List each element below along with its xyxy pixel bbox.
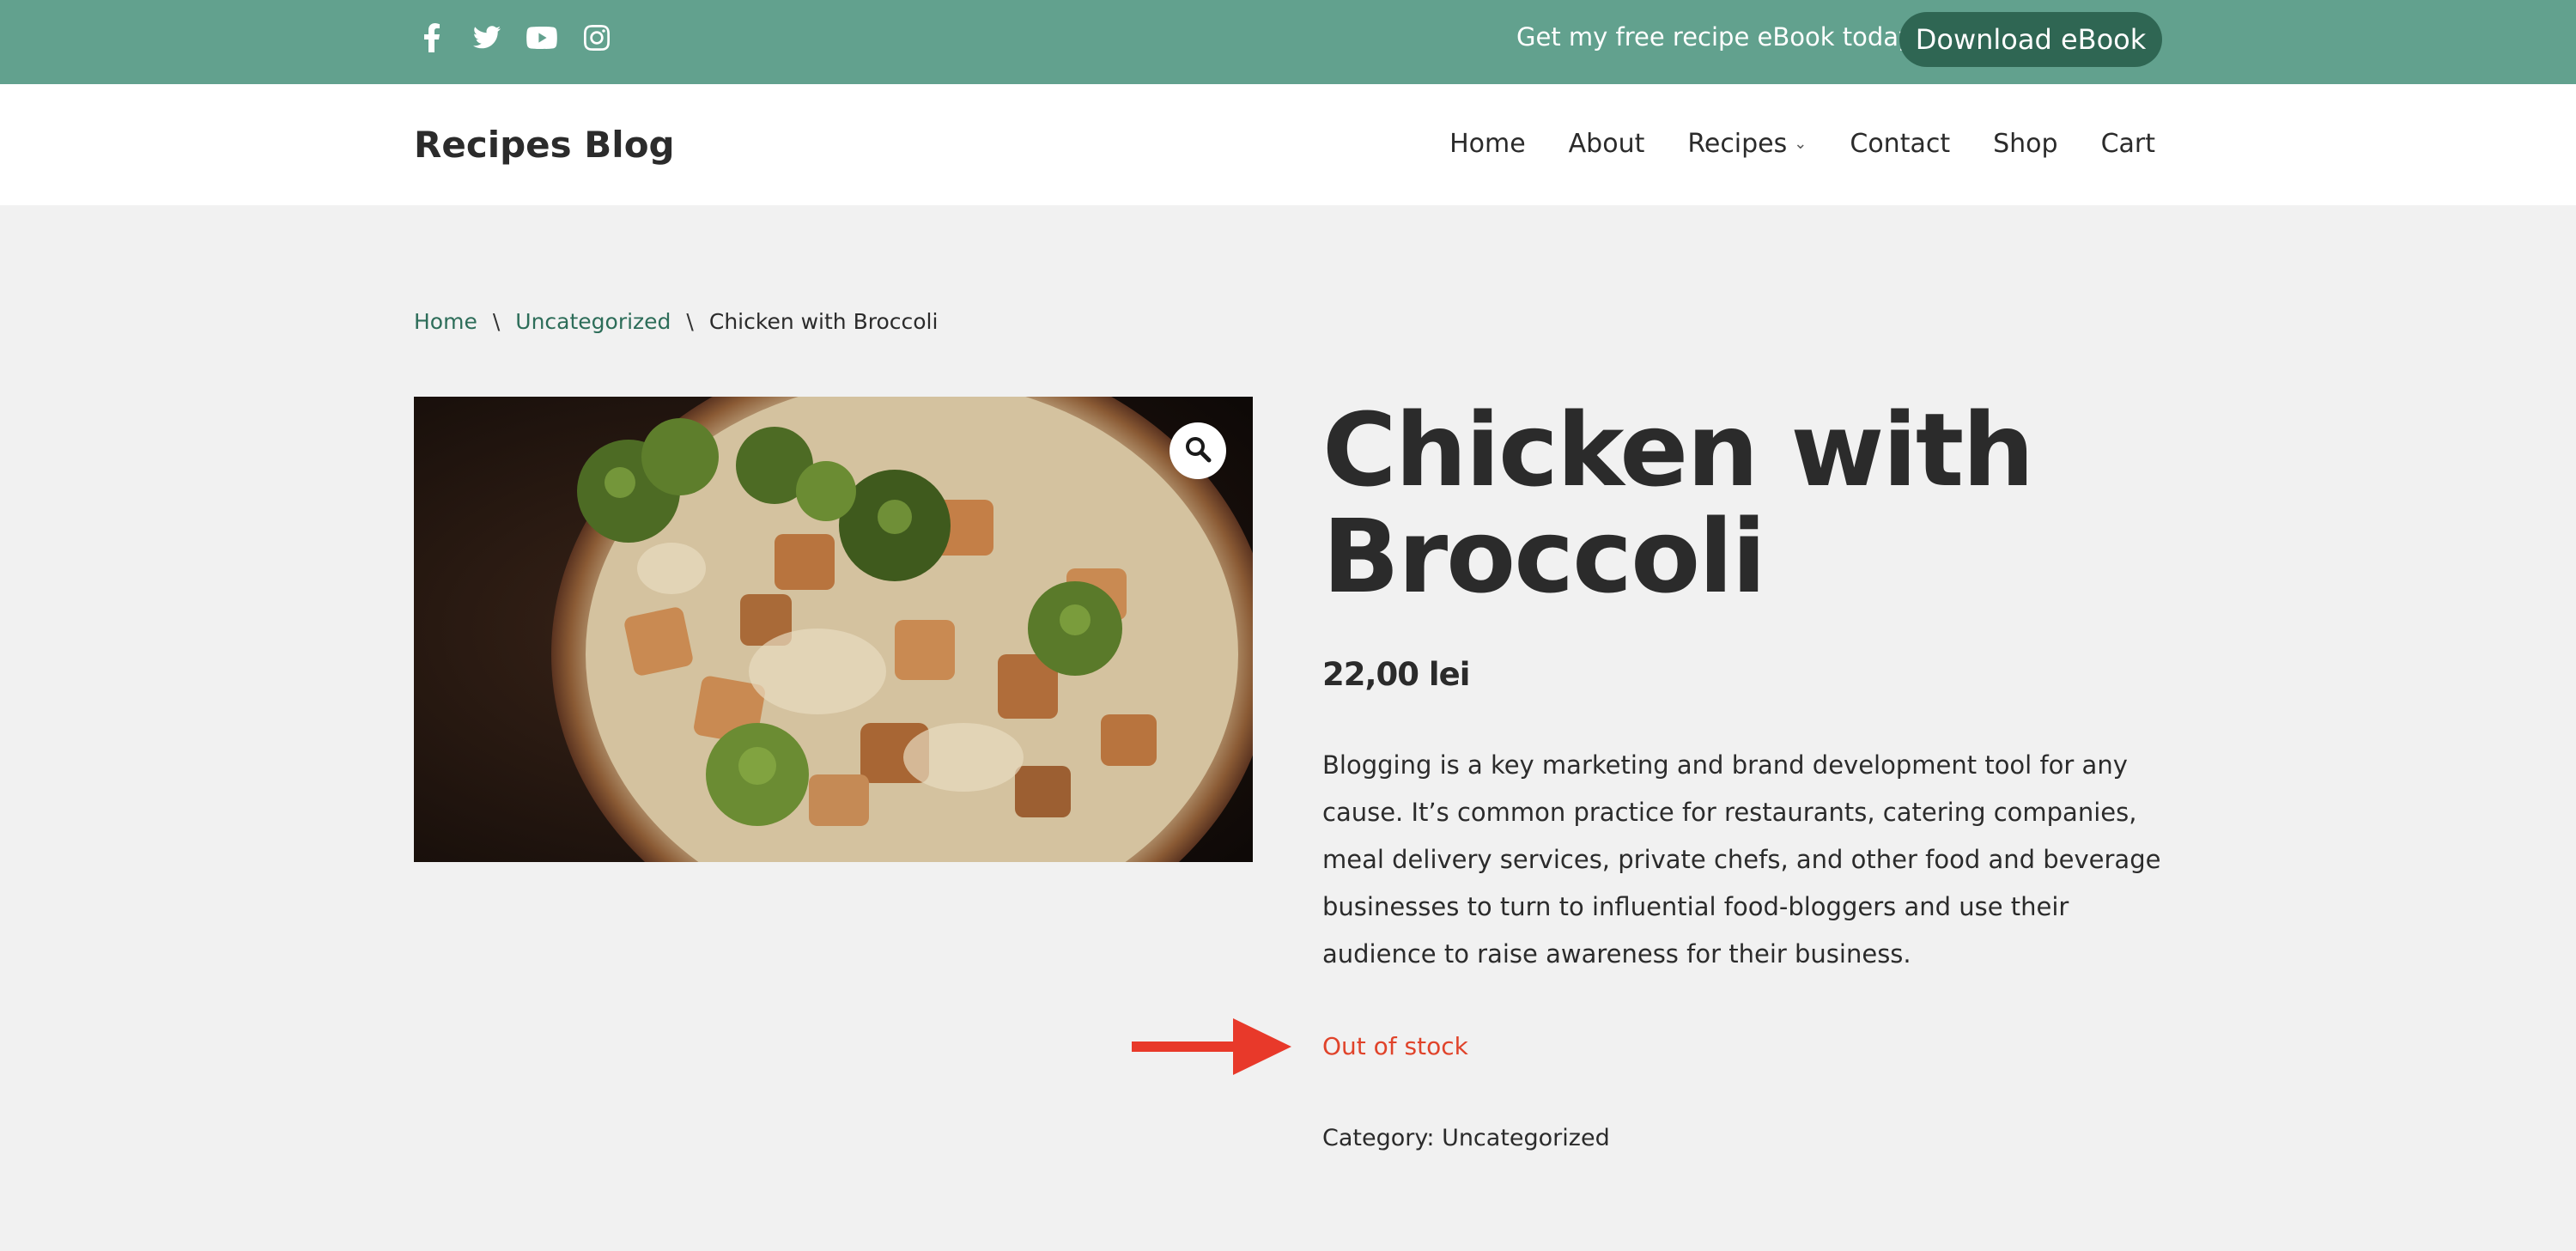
breadcrumb-separator: \	[686, 309, 694, 334]
site-header: Recipes Blog Home About Recipes ⌄ Contac…	[0, 84, 2576, 205]
zoom-button[interactable]	[1170, 422, 1226, 479]
nav-contact[interactable]: Contact	[1850, 129, 1950, 159]
product-category: Category: Uncategorized	[1322, 1125, 1610, 1151]
product-description: Blogging is a key marketing and brand de…	[1322, 750, 2161, 969]
annotation-arrow	[1132, 1018, 1291, 1075]
promo-text: Get my free recipe eBook today!	[1516, 22, 1923, 52]
site-logo[interactable]: Recipes Blog	[414, 124, 675, 166]
chevron-down-icon: ⌄	[1794, 135, 1807, 153]
nav-shop[interactable]: Shop	[1993, 129, 2057, 159]
twitter-icon[interactable]	[471, 21, 503, 55]
nav-home[interactable]: Home	[1449, 129, 1526, 159]
nav-recipes-label: Recipes	[1687, 129, 1788, 159]
stock-status: Out of stock	[1322, 1032, 1468, 1060]
product-price: 22,00 lei	[1322, 656, 1470, 693]
social-links	[416, 21, 613, 55]
breadcrumb: Home \ Uncategorized \ Chicken with Broc…	[414, 309, 938, 334]
main-nav: Home About Recipes ⌄ Contact Shop Cart	[1449, 129, 2155, 159]
food-photo	[414, 397, 1253, 862]
product-image[interactable]	[414, 397, 1253, 862]
download-ebook-button[interactable]: Download eBook	[1899, 12, 2162, 67]
breadcrumb-current: Chicken with Broccoli	[708, 309, 939, 334]
nav-cart[interactable]: Cart	[2101, 129, 2155, 159]
breadcrumb-separator: \	[492, 309, 501, 334]
search-icon	[1184, 435, 1212, 466]
breadcrumb-home[interactable]: Home	[414, 309, 477, 334]
instagram-icon[interactable]	[580, 21, 613, 55]
top-bar: Get my free recipe eBook today! Download…	[0, 0, 2576, 84]
facebook-icon[interactable]	[416, 21, 448, 55]
category-link[interactable]: Uncategorized	[1442, 1125, 1610, 1151]
category-label: Category:	[1322, 1125, 1435, 1151]
youtube-icon[interactable]	[526, 21, 558, 55]
product-title: Chicken with Broccoli	[1322, 391, 2034, 616]
nav-recipes[interactable]: Recipes ⌄	[1687, 129, 1807, 159]
nav-about[interactable]: About	[1569, 129, 1645, 159]
breadcrumb-category[interactable]: Uncategorized	[515, 309, 671, 334]
